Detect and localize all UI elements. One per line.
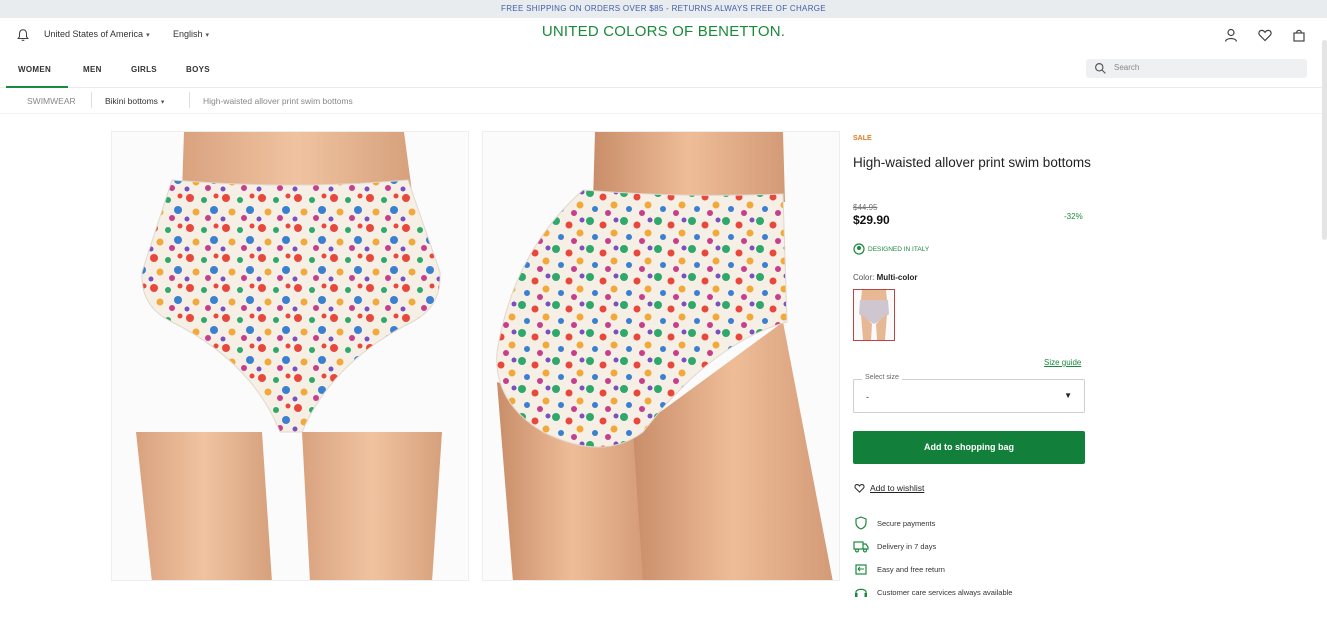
color-value: Multi-color bbox=[876, 273, 918, 282]
main-nav: WOMEN MEN GIRLS BOYS Search bbox=[0, 54, 1327, 88]
promo-banner: FREE SHIPPING ON ORDERS OVER $85 - RETUR… bbox=[0, 0, 1327, 18]
discount-percent: -32% bbox=[1064, 212, 1083, 221]
breadcrumb: SWIMWEAR Bikini bottoms ▾ High-waisted al… bbox=[0, 88, 1327, 114]
feature-text: Delivery in 7 days bbox=[877, 541, 937, 551]
chevron-down-icon: ▼ bbox=[1064, 391, 1072, 400]
search-placeholder: Search bbox=[1114, 63, 1140, 72]
account-icons bbox=[1223, 27, 1307, 43]
user-icon[interactable] bbox=[1223, 27, 1239, 43]
feature-secure-payments: Secure payments bbox=[853, 516, 935, 530]
headset-icon bbox=[855, 588, 867, 597]
wishlist-label: Add to wishlist bbox=[870, 483, 925, 493]
add-to-bag-button[interactable]: Add to shopping bag bbox=[853, 431, 1085, 464]
breadcrumb-swimwear[interactable]: SWIMWEAR bbox=[27, 96, 76, 106]
page-scrollbar[interactable] bbox=[1322, 40, 1327, 240]
chevron-down-icon: ▾ bbox=[160, 99, 165, 106]
feature-customer-care: Customer care services always available bbox=[853, 585, 1012, 599]
bag-icon[interactable] bbox=[1291, 27, 1307, 43]
color-info: Color: Multi-color bbox=[853, 273, 917, 282]
size-guide-link[interactable]: Size guide bbox=[1044, 358, 1081, 367]
feature-text: Customer care services always available bbox=[877, 587, 1013, 597]
feature-text: Easy and free return bbox=[877, 564, 945, 574]
return-icon bbox=[855, 564, 867, 575]
nav-item-boys[interactable]: BOYS bbox=[186, 65, 210, 74]
search-icon bbox=[1095, 63, 1106, 74]
size-select-value: - bbox=[866, 392, 869, 402]
shield-icon bbox=[855, 516, 867, 530]
breadcrumb-current: High-waisted allover print swim bottoms bbox=[203, 96, 353, 106]
swatch-thumbnail bbox=[854, 290, 894, 340]
color-swatch-multicolor[interactable] bbox=[853, 289, 895, 341]
product-title: High-waisted allover print swim bottoms bbox=[853, 155, 1091, 170]
size-select[interactable]: Select size - ▼ bbox=[853, 374, 1085, 413]
front-photo bbox=[112, 132, 468, 580]
brand-logo[interactable]: UNITED COLORS OF BENETTON. bbox=[0, 23, 1327, 40]
color-label: Color: bbox=[853, 273, 875, 282]
old-price: $44.95 bbox=[853, 203, 878, 212]
feature-free-return: Easy and free return bbox=[853, 562, 945, 576]
nav-item-men[interactable]: MEN bbox=[83, 65, 102, 74]
breadcrumb-divider bbox=[91, 92, 92, 108]
heart-icon bbox=[854, 484, 865, 493]
breadcrumb-divider bbox=[189, 92, 190, 108]
nav-item-girls[interactable]: GIRLS bbox=[131, 65, 157, 74]
designed-in-text: DESIGNED IN ITALY bbox=[868, 245, 930, 253]
nav-item-women[interactable]: WOMEN bbox=[18, 65, 51, 74]
current-price: $29.90 bbox=[853, 213, 890, 227]
size-select-label: Select size bbox=[862, 374, 902, 381]
truck-icon bbox=[853, 541, 869, 553]
product-image-front[interactable] bbox=[111, 131, 469, 581]
italy-badge-icon bbox=[853, 243, 865, 255]
sale-badge: SALE bbox=[853, 135, 872, 142]
product-image-back[interactable] bbox=[482, 131, 840, 581]
breadcrumb-bikini-bottoms[interactable]: Bikini bottoms ▾ bbox=[105, 96, 164, 106]
breadcrumb-bikini-bottoms-label: Bikini bottoms bbox=[105, 96, 158, 106]
feature-text: Secure payments bbox=[877, 518, 936, 528]
top-bar: United States of America ▾ English ▾ UNITE… bbox=[0, 18, 1327, 54]
back-photo bbox=[483, 132, 839, 580]
feature-delivery: Delivery in 7 days bbox=[853, 539, 936, 553]
heart-icon[interactable] bbox=[1257, 27, 1273, 43]
designed-in-label: DESIGNED IN ITALY bbox=[853, 243, 929, 255]
search-input[interactable]: Search bbox=[1086, 59, 1307, 78]
add-to-wishlist-link[interactable]: Add to wishlist bbox=[853, 482, 924, 494]
